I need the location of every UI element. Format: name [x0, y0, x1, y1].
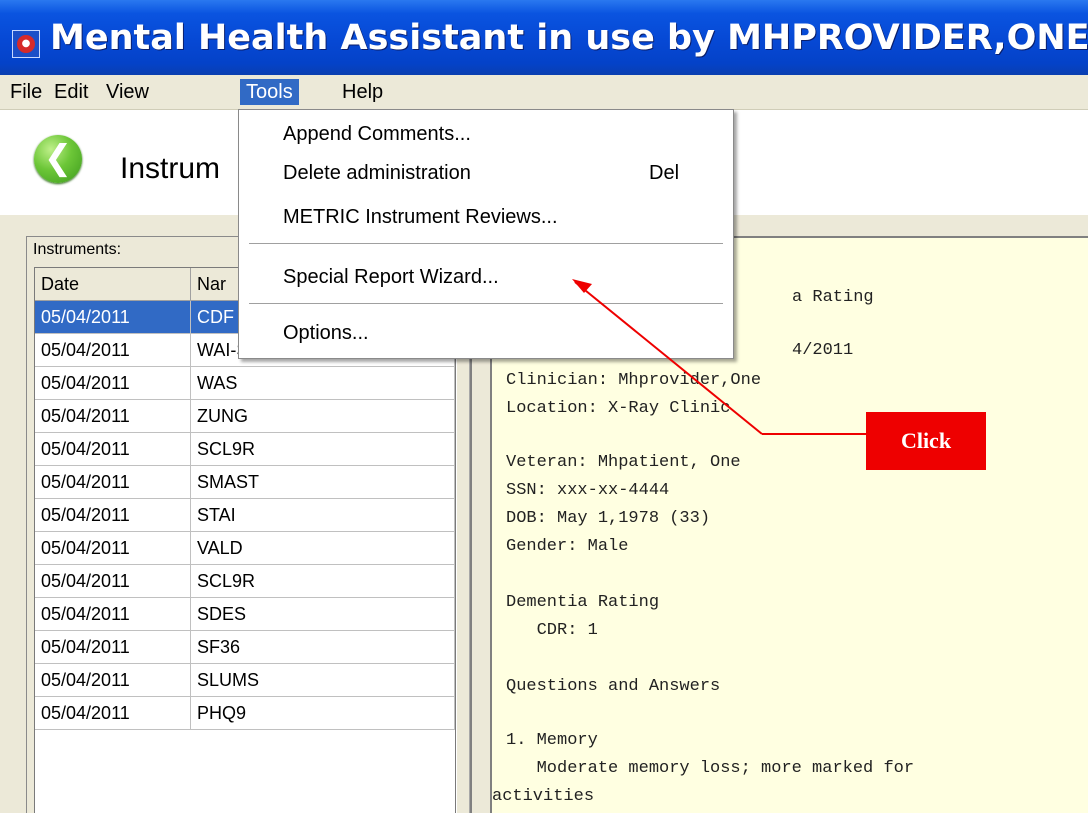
report-line: CDR: 1	[506, 621, 598, 640]
menu-item-options[interactable]: Options...	[283, 319, 369, 347]
menu-item-metric-instrument-reviews[interactable]: METRIC Instrument Reviews...	[283, 203, 558, 231]
instrument-name-cell[interactable]: ZUNG	[191, 400, 455, 433]
report-line: DOB: May 1,1978 (33)	[506, 509, 711, 528]
app-icon: ●	[12, 30, 40, 58]
instrument-date-cell[interactable]: 05/04/2011	[35, 532, 191, 565]
menu-item-special-report-wizard[interactable]: Special Report Wizard...	[283, 263, 499, 291]
click-callout: Click	[866, 412, 986, 470]
menu-bar: File Edit View Tools Help	[0, 75, 1088, 110]
instrument-name-cell[interactable]: SLUMS	[191, 664, 455, 697]
menu-edit[interactable]: Edit	[48, 79, 94, 105]
instrument-name-cell[interactable]: SMAST	[191, 466, 455, 499]
report-line: Gender: Male	[506, 537, 629, 556]
report-line: a Rating	[792, 288, 874, 307]
instrument-date-cell[interactable]: 05/04/2011	[35, 631, 191, 664]
instrument-date-cell[interactable]: 05/04/2011	[35, 466, 191, 499]
report-line: 4/2011	[792, 341, 854, 360]
menu-separator	[249, 303, 723, 304]
menu-tools[interactable]: Tools	[240, 79, 299, 105]
application-window: ● Mental Health Assistant in use by MHPR…	[0, 0, 1088, 813]
menu-separator	[249, 243, 723, 244]
delete-shortcut: Del	[649, 162, 680, 184]
instrument-name-cell[interactable]: SF36	[191, 631, 455, 664]
instrument-date-cell[interactable]: 05/04/2011	[35, 433, 191, 466]
report-line: Clinician: Mhprovider,One	[506, 371, 762, 390]
menu-file[interactable]: File	[4, 79, 48, 105]
report-line: activities	[492, 787, 595, 806]
menu-view[interactable]: View	[100, 79, 155, 105]
instrument-date-cell[interactable]: 05/04/2011	[35, 334, 191, 367]
menu-item-delete-administration[interactable]: Delete administration	[283, 159, 471, 187]
instrument-name-cell[interactable]: SCL9R	[191, 433, 455, 466]
instruments-label: Instruments:	[33, 241, 122, 258]
report-line: Veteran: Mhpatient, One	[506, 453, 741, 472]
column-header-date[interactable]: Date	[35, 268, 191, 301]
window-title: Mental Health Assistant in use by MHPROV…	[50, 18, 1088, 58]
report-line: Dementia Rating	[506, 593, 660, 612]
instrument-date-cell[interactable]: 05/04/2011	[35, 664, 191, 697]
menu-item-append-comments[interactable]: Append Comments...	[283, 120, 471, 148]
back-button[interactable]: ❮	[34, 135, 82, 183]
instrument-date-cell[interactable]: 05/04/2011	[35, 598, 191, 631]
instrument-date-cell[interactable]: 05/04/2011	[35, 565, 191, 598]
title-bar[interactable]: ● Mental Health Assistant in use by MHPR…	[0, 0, 1088, 75]
page-title: Instrum	[120, 152, 221, 185]
instrument-date-cell[interactable]: 05/04/2011	[35, 301, 191, 334]
back-arrow-icon: ❮	[43, 138, 73, 178]
menu-help[interactable]: Help	[336, 79, 389, 105]
report-line: 1. Memory	[506, 731, 598, 750]
instrument-date-cell[interactable]: 05/04/2011	[35, 400, 191, 433]
instrument-name-cell[interactable]: STAI	[191, 499, 455, 532]
tools-dropdown-menu: Append Comments... Delete administration…	[238, 109, 734, 359]
instrument-name-cell[interactable]: WAS	[191, 367, 455, 400]
instrument-date-cell[interactable]: 05/04/2011	[35, 367, 191, 400]
instrument-date-cell[interactable]: 05/04/2011	[35, 499, 191, 532]
report-line: Location: X-Ray Clinic	[506, 399, 731, 418]
instrument-name-cell[interactable]: PHQ9	[191, 697, 455, 730]
instrument-date-cell[interactable]: 05/04/2011	[35, 697, 191, 730]
instrument-name-cell[interactable]: SCL9R	[191, 565, 455, 598]
instrument-name-cell[interactable]: SDES	[191, 598, 455, 631]
report-line: SSN: xxx-xx-4444	[506, 481, 670, 500]
instrument-name-cell[interactable]: VALD	[191, 532, 455, 565]
report-line: Questions and Answers	[506, 677, 721, 696]
report-line: Moderate memory loss; more marked for	[506, 759, 915, 778]
